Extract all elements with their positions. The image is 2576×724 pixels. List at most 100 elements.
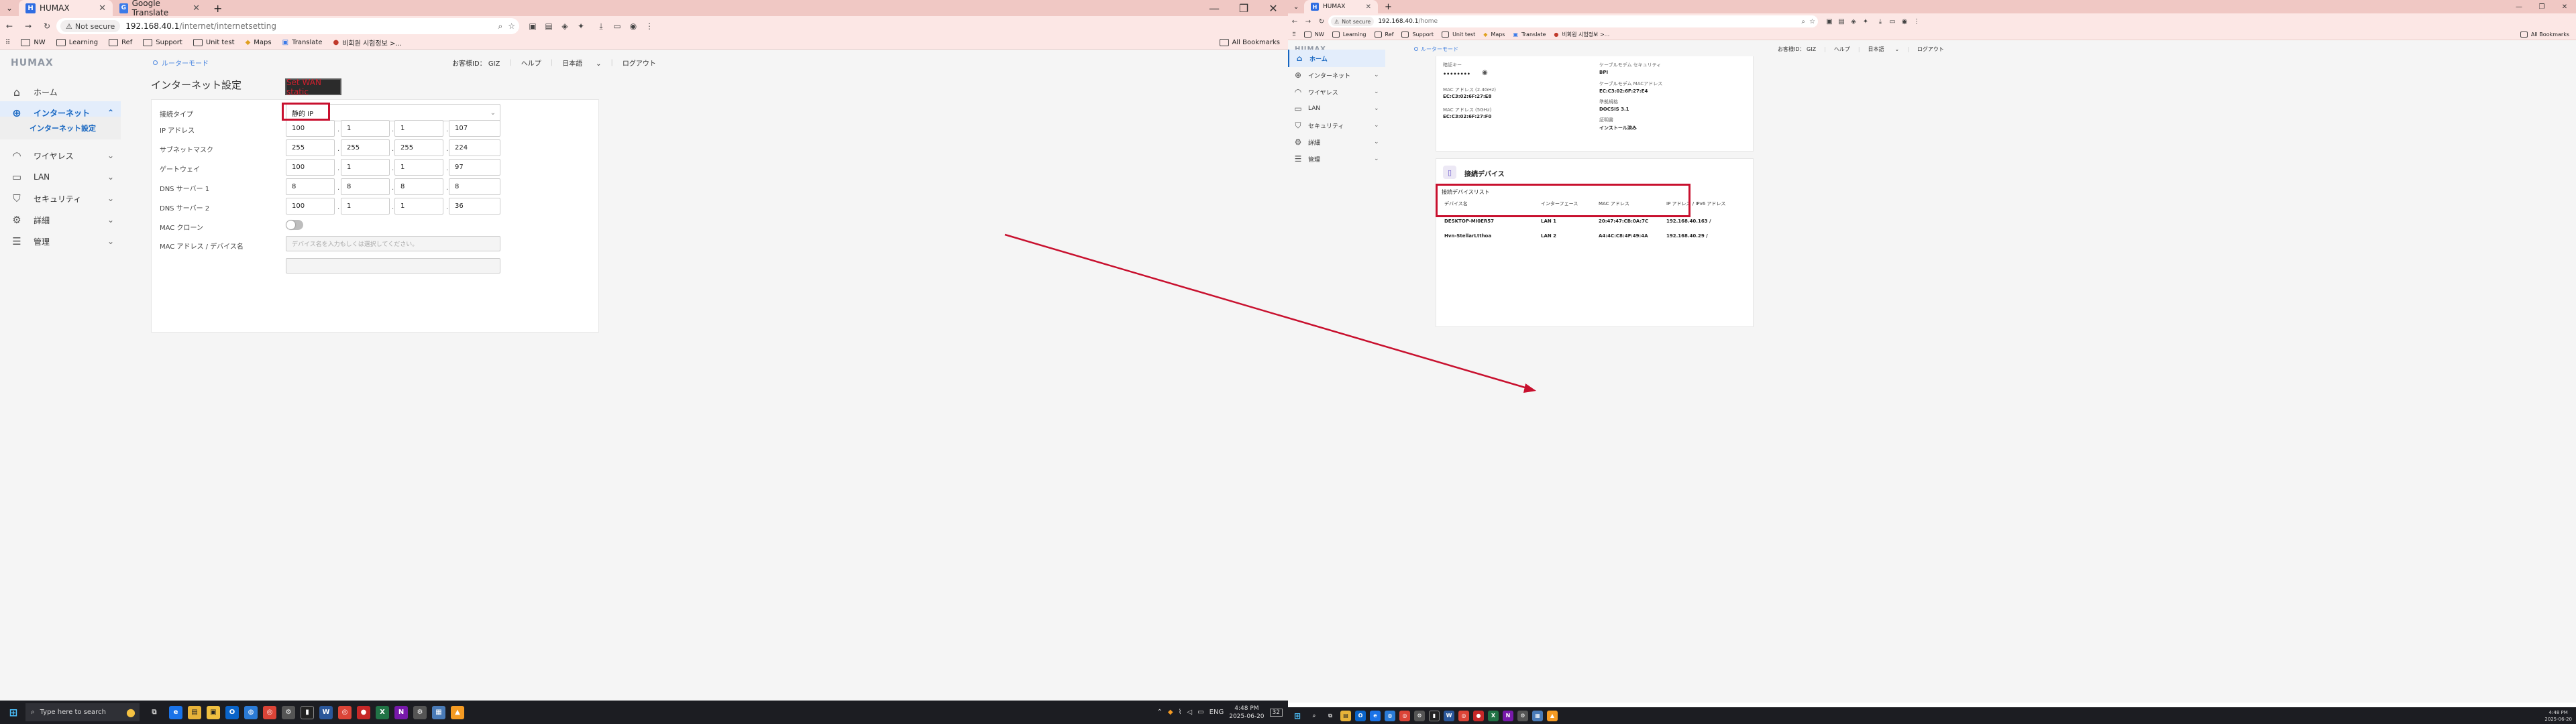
sidebar-item-wireless[interactable]: ◠ ワイヤレス ⌄ bbox=[1288, 83, 1385, 101]
profile-icon[interactable]: ◉ bbox=[1898, 18, 1911, 25]
ip-octet-4[interactable]: 107 bbox=[449, 120, 500, 137]
language-select[interactable]: 日本語 ⌄ bbox=[562, 58, 601, 68]
star-icon[interactable]: ☆ bbox=[1809, 18, 1815, 25]
record-icon[interactable]: ● bbox=[357, 705, 370, 719]
omnibox[interactable]: ⚠ Not secure 192.168.40.1/internet/intern… bbox=[56, 18, 519, 34]
sidebar-item-lan[interactable]: ▭ LAN ⌄ bbox=[1288, 100, 1385, 117]
close-tab-icon[interactable]: ✕ bbox=[1366, 3, 1371, 11]
search-icon[interactable]: ⌕ bbox=[1308, 710, 1320, 722]
close-tab-icon[interactable]: ✕ bbox=[99, 3, 106, 13]
sidebar-item-advanced[interactable]: ⚙ 詳細 ⌄ bbox=[1288, 133, 1385, 151]
download-icon[interactable]: ⤓ bbox=[1874, 18, 1886, 25]
sidebar-item-home[interactable]: ⌂ ホーム bbox=[1288, 50, 1385, 67]
record-icon[interactable]: ● bbox=[1473, 710, 1484, 721]
close-window-icon[interactable]: ✕ bbox=[2553, 0, 2576, 13]
forward-icon[interactable]: → bbox=[1301, 18, 1315, 25]
calculator-icon[interactable]: ▦ bbox=[1532, 710, 1543, 721]
reload-icon[interactable]: ↻ bbox=[1315, 18, 1328, 25]
subnet-octet-1[interactable]: 255 bbox=[286, 139, 335, 156]
star-icon[interactable]: ☆ bbox=[508, 21, 515, 31]
bookmark-unit-test[interactable]: Unit test bbox=[1442, 32, 1475, 38]
chrome2-icon[interactable]: ◎ bbox=[338, 705, 352, 719]
mac-address-input[interactable] bbox=[286, 258, 500, 274]
tray-app-icon[interactable]: ◆ bbox=[1168, 709, 1173, 716]
bookmark-ref[interactable]: Ref bbox=[109, 39, 132, 46]
subnet-octet-2[interactable]: 255 bbox=[341, 139, 390, 156]
bookmark-exam-info[interactable]: ● 비회원 시험정보 >... bbox=[333, 38, 401, 48]
chrome2-icon[interactable]: ◎ bbox=[1458, 710, 1469, 721]
language-select[interactable]: 日本語 ⌄ bbox=[1868, 46, 1900, 53]
task-view-icon[interactable]: ⧉ bbox=[1324, 710, 1336, 722]
dns2-octet-4[interactable]: 36 bbox=[449, 198, 500, 215]
forward-icon[interactable]: → bbox=[19, 21, 38, 31]
sticky-notes-icon[interactable]: ▣ bbox=[207, 705, 220, 719]
logout-link[interactable]: ログアウト bbox=[623, 58, 656, 68]
extension2-icon[interactable]: ◈ bbox=[557, 21, 573, 31]
clock[interactable]: 4:48 PM 2025-06-20 bbox=[1229, 705, 1264, 721]
dns1-octet-4[interactable]: 8 bbox=[449, 178, 500, 195]
zoom-icon[interactable]: ⌕ bbox=[498, 21, 503, 32]
gateway-octet-3[interactable]: 1 bbox=[394, 159, 443, 176]
bookmark-translate[interactable]: ▣ Translate bbox=[282, 39, 323, 46]
sidebar-subitem-internet-setting[interactable]: インターネット設定 bbox=[0, 117, 121, 139]
all-bookmarks[interactable]: All Bookmarks bbox=[1219, 39, 1280, 46]
tray-battery-icon[interactable]: ▭ bbox=[1197, 709, 1203, 716]
subnet-octet-4[interactable]: 224 bbox=[449, 139, 500, 156]
edge-icon[interactable]: e bbox=[1370, 710, 1381, 721]
sidebar-item-lan[interactable]: ▭ LAN ⌄ bbox=[0, 166, 121, 188]
excel-icon[interactable]: X bbox=[1488, 710, 1499, 721]
onenote-icon[interactable]: N bbox=[394, 705, 408, 719]
help-link[interactable]: ヘルプ bbox=[1834, 46, 1850, 53]
bookmark-support[interactable]: Support bbox=[1401, 32, 1434, 38]
menu-icon[interactable]: ⋮ bbox=[1911, 18, 1923, 25]
terminal-icon[interactable]: ▮ bbox=[1429, 710, 1440, 721]
outlook-icon[interactable]: O bbox=[1355, 710, 1366, 721]
calculator-icon[interactable]: ▦ bbox=[432, 705, 445, 719]
gateway-octet-4[interactable]: 97 bbox=[449, 159, 500, 176]
sidebar-item-security[interactable]: ⛉ セキュリティ ⌄ bbox=[0, 187, 121, 210]
sidebar-item-internet[interactable]: ⊕ インターネット ⌄ bbox=[1288, 66, 1385, 84]
close-tab-icon[interactable]: ✕ bbox=[193, 3, 200, 13]
gateway-octet-1[interactable]: 100 bbox=[286, 159, 335, 176]
sidebar-item-management[interactable]: ☰ 管理 ⌄ bbox=[0, 230, 121, 253]
extension-icon[interactable]: ▣ bbox=[525, 21, 541, 31]
file-explorer-icon[interactable]: ▤ bbox=[1340, 710, 1351, 721]
windows-start-icon[interactable]: ⊞ bbox=[1291, 709, 1304, 723]
subnet-octet-3[interactable]: 255 bbox=[394, 139, 443, 156]
sidebar-item-advanced[interactable]: ⚙ 詳細 ⌄ bbox=[0, 208, 121, 231]
new-tab-icon[interactable]: + bbox=[1378, 0, 1399, 13]
globe-app-icon[interactable]: ◍ bbox=[1385, 710, 1395, 721]
onenote-icon[interactable]: N bbox=[1503, 710, 1513, 721]
maximize-icon[interactable]: ❐ bbox=[2530, 0, 2553, 13]
clock[interactable]: 4:48 PM 2025-06-20 bbox=[2544, 709, 2576, 723]
excel-icon[interactable]: X bbox=[376, 705, 389, 719]
bookmark-maps[interactable]: ◆ Maps bbox=[1483, 32, 1505, 38]
sidebar-item-wireless[interactable]: ◠ ワイヤレス ⌄ bbox=[0, 144, 121, 167]
mac-device-input[interactable]: デバイス名を入力もしくは選択してください。 bbox=[286, 236, 500, 251]
gear-app-icon[interactable]: ⚙ bbox=[1517, 710, 1528, 721]
bookmark-support[interactable]: Support bbox=[143, 39, 182, 46]
bookmark-translate[interactable]: ▣ Translate bbox=[1513, 32, 1546, 38]
word-icon[interactable]: W bbox=[1444, 710, 1454, 721]
logout-link[interactable]: ログアウト bbox=[1917, 46, 1944, 53]
bookmark-ref[interactable]: Ref bbox=[1374, 32, 1393, 38]
dns2-octet-1[interactable]: 100 bbox=[286, 198, 335, 215]
eye-icon[interactable]: ◉ bbox=[1482, 69, 1488, 76]
download-icon[interactable]: ⤓ bbox=[593, 21, 609, 32]
close-window-icon[interactable]: ✕ bbox=[1258, 0, 1288, 16]
menu-icon[interactable]: ⋮ bbox=[641, 21, 657, 31]
dns1-octet-2[interactable]: 8 bbox=[341, 178, 390, 195]
cast-icon[interactable]: ▭ bbox=[609, 21, 625, 31]
taskbar-search[interactable]: ⌕ Type here to search ● bbox=[25, 703, 140, 721]
tray-network-icon[interactable]: ⌇ bbox=[1179, 709, 1182, 716]
apps-icon[interactable]: ⠿ bbox=[1292, 32, 1296, 38]
dns1-octet-1[interactable]: 8 bbox=[286, 178, 335, 195]
extension2-icon[interactable]: ◈ bbox=[1847, 18, 1860, 25]
gear-app-icon[interactable]: ⚙ bbox=[413, 705, 427, 719]
extensions-icon[interactable]: ✦ bbox=[1860, 18, 1872, 25]
tab-google-translate[interactable]: G Google Translate ✕ bbox=[113, 0, 207, 17]
bookmark-nw[interactable]: NW bbox=[21, 39, 46, 46]
minimize-icon[interactable]: — bbox=[2508, 0, 2530, 13]
ip-octet-3[interactable]: 1 bbox=[394, 120, 443, 137]
reload-icon[interactable]: ↻ bbox=[38, 21, 56, 31]
